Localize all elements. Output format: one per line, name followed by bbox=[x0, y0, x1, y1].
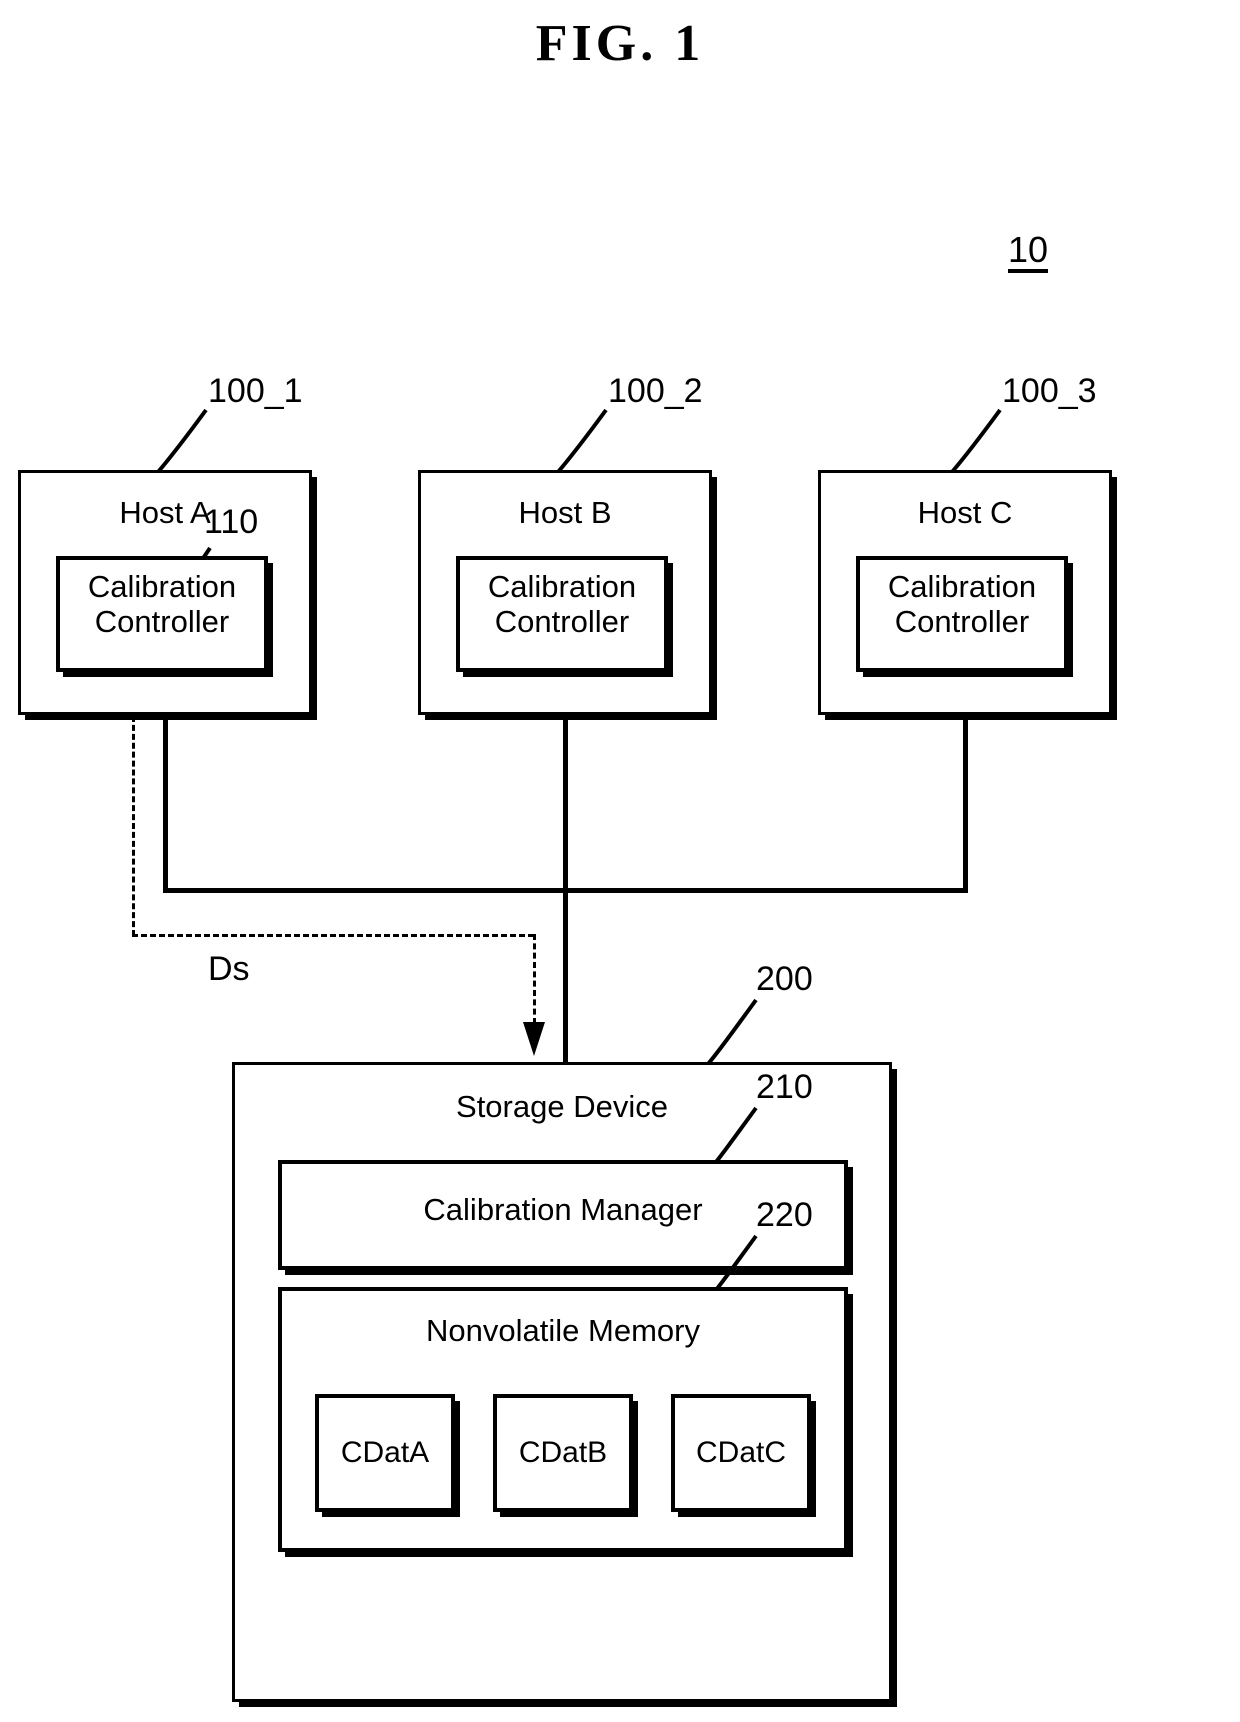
calibration-controller-c-label-line2: Controller bbox=[894, 604, 1030, 639]
calibration-controller-a-label-line1: Calibration bbox=[87, 569, 237, 604]
calibration-controller-a-box[interactable]: Calibration Controller bbox=[56, 556, 268, 672]
ds-arrowhead-icon bbox=[523, 1022, 545, 1056]
cdat-block-c-box[interactable]: CDatC bbox=[671, 1394, 811, 1512]
ds-dashed-horizontal bbox=[132, 934, 534, 937]
reference-numeral-host-a: 100_1 bbox=[208, 372, 303, 410]
reference-numeral-calibration-manager: 210 bbox=[756, 1068, 813, 1106]
patent-figure-page: FIG. 1 10 100_1 Host A 110 Calibration C… bbox=[0, 0, 1240, 1722]
calibration-controller-c-label-line1: Calibration bbox=[887, 569, 1037, 604]
host-c-title: Host C bbox=[917, 495, 1013, 530]
figure-title: FIG. 1 bbox=[535, 15, 705, 72]
host-b-title: Host B bbox=[518, 495, 612, 530]
calibration-controller-c-box[interactable]: Calibration Controller bbox=[856, 556, 1068, 672]
reference-numeral-host-c: 100_3 bbox=[1002, 372, 1097, 410]
cdat-block-a-label: CDatA bbox=[340, 1436, 430, 1469]
ds-signal-label: Ds bbox=[208, 950, 250, 988]
calibration-controller-a-label-line2: Controller bbox=[94, 604, 230, 639]
reference-numeral-host-b: 100_2 bbox=[608, 372, 703, 410]
reference-numeral-nonvolatile-memory: 220 bbox=[756, 1196, 813, 1234]
calibration-controller-b-label-line1: Calibration bbox=[487, 569, 637, 604]
cdat-block-b-label: CDatB bbox=[518, 1436, 608, 1469]
cdat-block-b-box[interactable]: CDatB bbox=[493, 1394, 633, 1512]
host-a-title: Host A bbox=[119, 495, 211, 530]
calibration-controller-b-box[interactable]: Calibration Controller bbox=[456, 556, 668, 672]
wire-host-c-vertical bbox=[963, 713, 968, 893]
reference-numeral-storage-device: 200 bbox=[756, 960, 813, 998]
system-reference-numeral: 10 bbox=[1008, 232, 1049, 273]
cdat-block-a-box[interactable]: CDatA bbox=[315, 1394, 455, 1512]
wire-host-b-vertical bbox=[563, 713, 568, 1062]
ds-dashed-vertical-to-storage bbox=[533, 934, 536, 1024]
calibration-controller-b-label-line2: Controller bbox=[494, 604, 630, 639]
nonvolatile-memory-title: Nonvolatile Memory bbox=[426, 1313, 700, 1348]
reference-numeral-calibration-controller-a: 110 bbox=[204, 503, 259, 541]
cdat-block-c-label: CDatC bbox=[695, 1436, 786, 1469]
wire-host-a-vertical bbox=[163, 713, 168, 893]
ds-dashed-vertical-from-host-a bbox=[132, 716, 135, 936]
